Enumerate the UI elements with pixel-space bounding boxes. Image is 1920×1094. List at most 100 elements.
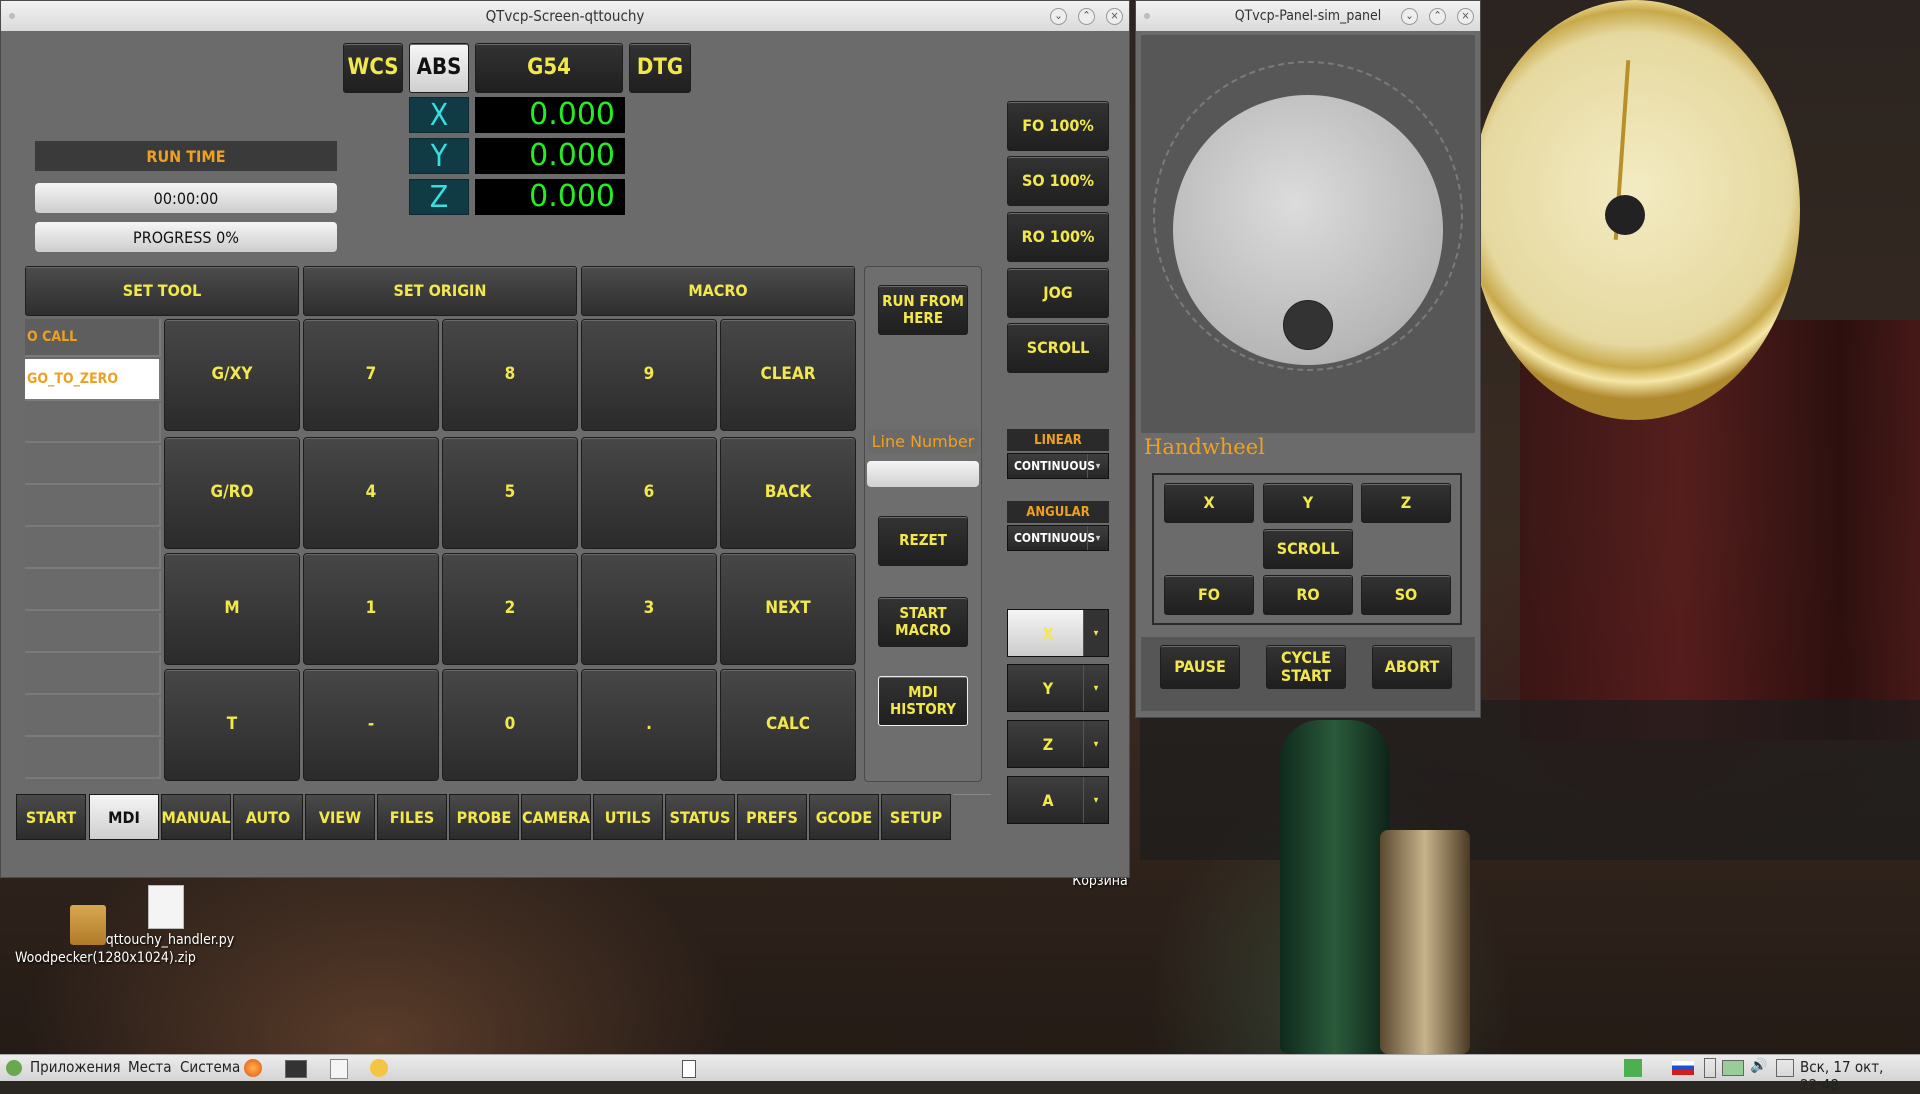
tab-mdi[interactable]: MDI: [89, 794, 159, 840]
axis-select-z[interactable]: Z ▾: [1007, 720, 1109, 768]
keyboard-layout-flag-icon[interactable]: [1672, 1061, 1694, 1075]
axis-select-a[interactable]: A ▾: [1007, 776, 1109, 824]
tab-probe[interactable]: PROBE: [449, 794, 519, 840]
user-icon[interactable]: [1776, 1059, 1794, 1077]
scroll-button[interactable]: SCROLL: [1007, 323, 1109, 373]
show-desktop-icon[interactable]: [682, 1060, 696, 1078]
key-back[interactable]: BACK: [720, 437, 856, 549]
tab-set-tool[interactable]: SET TOOL: [25, 266, 299, 316]
key-g-xy[interactable]: G/XY: [164, 319, 300, 431]
sim-so-button[interactable]: SO: [1361, 575, 1451, 615]
key-dot[interactable]: .: [581, 669, 717, 781]
chevron-down-icon[interactable]: ▾: [1083, 665, 1108, 711]
key-9[interactable]: 9: [581, 319, 717, 431]
tab-view[interactable]: VIEW: [305, 794, 375, 840]
abs-button[interactable]: ABS: [409, 43, 469, 93]
abort-button[interactable]: ABORT: [1372, 645, 1452, 689]
tab-auto[interactable]: AUTO: [233, 794, 303, 840]
macro-list-item[interactable]: [25, 445, 161, 485]
tab-manual[interactable]: MANUAL: [161, 794, 231, 840]
minimize-icon[interactable]: ⌄: [1401, 8, 1418, 25]
network-icon[interactable]: [1722, 1060, 1744, 1076]
linuxcnc-icon[interactable]: [370, 1059, 388, 1077]
sim-fo-button[interactable]: FO: [1164, 575, 1254, 615]
key-m[interactable]: M: [164, 553, 300, 665]
macro-list-item[interactable]: [25, 613, 161, 653]
macro-list-item[interactable]: [25, 655, 161, 695]
key-4[interactable]: 4: [303, 437, 439, 549]
start-macro-button[interactable]: START MACRO: [878, 597, 968, 647]
dtg-button[interactable]: DTG: [629, 43, 691, 93]
battery-icon[interactable]: [1704, 1058, 1716, 1078]
key-0[interactable]: 0: [442, 669, 578, 781]
update-icon[interactable]: [1624, 1059, 1642, 1077]
window-menu-icon[interactable]: [1144, 13, 1150, 19]
handwheel-knob[interactable]: [1283, 300, 1333, 350]
key-t[interactable]: T: [164, 669, 300, 781]
handwheel-dial[interactable]: [1173, 95, 1443, 365]
macro-list-item-ocall[interactable]: O CALL: [25, 319, 161, 357]
clock[interactable]: Вск, 17 окт, 22:48: [1800, 1058, 1920, 1094]
text-editor-icon[interactable]: [330, 1059, 348, 1079]
key-3[interactable]: 3: [581, 553, 717, 665]
desktop-icon-label-py[interactable]: qttouchy_handler.py: [100, 932, 240, 948]
sim-axis-x-button[interactable]: X: [1164, 483, 1254, 523]
macro-list-item[interactable]: [25, 571, 161, 611]
volume-icon[interactable]: 🔊: [1750, 1058, 1767, 1074]
rezet-button[interactable]: REZET: [878, 516, 968, 566]
jog-button[interactable]: JOG: [1007, 268, 1109, 318]
feed-override-button[interactable]: FO 100%: [1007, 101, 1109, 151]
maximize-icon[interactable]: ⌃: [1429, 8, 1446, 25]
key-1[interactable]: 1: [303, 553, 439, 665]
tab-gcode[interactable]: GCODE: [809, 794, 879, 840]
key-g-ro[interactable]: G/RO: [164, 437, 300, 549]
close-icon[interactable]: ×: [1106, 8, 1123, 25]
key-clear[interactable]: CLEAR: [720, 319, 856, 431]
rapid-override-button[interactable]: RO 100%: [1007, 212, 1109, 262]
key-next[interactable]: NEXT: [720, 553, 856, 665]
terminal-icon[interactable]: [285, 1060, 307, 1078]
places-menu[interactable]: Места: [128, 1058, 172, 1076]
cycle-start-button[interactable]: CYCLE START: [1266, 645, 1346, 689]
macro-list-item[interactable]: [25, 403, 161, 443]
window-menu-icon[interactable]: [9, 13, 15, 19]
sim-axis-z-button[interactable]: Z: [1361, 483, 1451, 523]
linear-mode-select[interactable]: CONTINUOUS ▾: [1007, 453, 1109, 479]
g54-button[interactable]: G54: [475, 43, 623, 93]
key-calc[interactable]: CALC: [720, 669, 856, 781]
tab-utils[interactable]: UTILS: [593, 794, 663, 840]
spindle-override-button[interactable]: SO 100%: [1007, 156, 1109, 206]
mdi-history-button[interactable]: MDI HISTORY: [878, 676, 968, 726]
macro-list-item[interactable]: [25, 487, 161, 527]
key-7[interactable]: 7: [303, 319, 439, 431]
maximize-icon[interactable]: ⌃: [1078, 8, 1095, 25]
line-number-input[interactable]: [867, 461, 979, 487]
tab-prefs[interactable]: PREFS: [737, 794, 807, 840]
tab-setup[interactable]: SETUP: [881, 794, 951, 840]
tab-camera[interactable]: CAMERA: [521, 794, 591, 840]
axis-select-x[interactable]: X ▾: [1007, 609, 1109, 657]
macro-list-item[interactable]: [25, 529, 161, 569]
tab-macro[interactable]: MACRO: [581, 266, 855, 316]
chevron-down-icon[interactable]: ▾: [1083, 777, 1108, 823]
minimize-icon[interactable]: ⌄: [1050, 8, 1067, 25]
sim-scroll-button[interactable]: SCROLL: [1263, 529, 1353, 569]
macro-list-item[interactable]: [25, 697, 161, 737]
axis-select-y[interactable]: Y ▾: [1007, 664, 1109, 712]
tab-start[interactable]: START: [16, 794, 86, 840]
macro-list-item[interactable]: [25, 739, 161, 779]
key-minus[interactable]: -: [303, 669, 439, 781]
key-8[interactable]: 8: [442, 319, 578, 431]
close-icon[interactable]: ×: [1457, 8, 1474, 25]
macro-list-item-go-to-zero[interactable]: GO_TO_ZERO: [25, 359, 161, 401]
pause-button[interactable]: PAUSE: [1160, 645, 1240, 689]
key-5[interactable]: 5: [442, 437, 578, 549]
distro-logo-icon[interactable]: [6, 1060, 22, 1076]
sim-axis-y-button[interactable]: Y: [1263, 483, 1353, 523]
angular-mode-select[interactable]: CONTINUOUS ▾: [1007, 525, 1109, 551]
tab-set-origin[interactable]: SET ORIGIN: [303, 266, 577, 316]
chevron-down-icon[interactable]: ▾: [1087, 526, 1108, 550]
tab-files[interactable]: FILES: [377, 794, 447, 840]
text-file-icon[interactable]: [148, 885, 184, 929]
chevron-down-icon[interactable]: ▾: [1083, 610, 1108, 656]
